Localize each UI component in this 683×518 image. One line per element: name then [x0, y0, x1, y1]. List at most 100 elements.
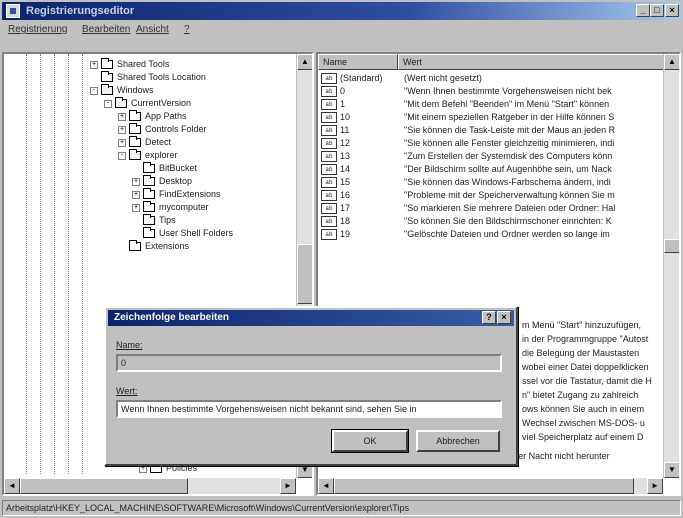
table-row[interactable]: ab 17 "So markieren Sie mehrere Dateien od… — [318, 202, 678, 215]
folder-icon — [143, 162, 155, 173]
menu-help[interactable]: ? — [184, 24, 190, 35]
value-name: 16 — [340, 190, 351, 200]
edit-string-dialog: Zeichenfolge bearbeiten ? × Name: 0 Wert… — [104, 306, 518, 466]
scroll-thumb[interactable] — [297, 244, 312, 304]
folder-icon — [101, 71, 113, 82]
scroll-thumb[interactable] — [334, 478, 634, 494]
menu-bearbeiten[interactable]: Bearbeiten — [82, 24, 130, 35]
partially-hidden-value: n" bietet Zugang zu zahlreich — [522, 390, 639, 400]
partially-hidden-value: die Belegung der Maustasten — [522, 348, 640, 358]
tree-guide-line — [54, 54, 55, 474]
ok-button[interactable]: OK — [331, 429, 409, 453]
partially-hidden-value: viel Speicherplatz auf einem D — [522, 432, 644, 442]
expand-box-icon[interactable]: - — [104, 100, 112, 108]
value-name: 19 — [340, 229, 351, 239]
maximize-button[interactable]: □ — [650, 4, 664, 17]
folder-icon — [101, 84, 113, 95]
table-row[interactable]: ab 10 "Mit einem speziellen Ratgeber in de… — [318, 111, 678, 124]
folder-icon — [101, 58, 113, 69]
column-header-value[interactable]: Wert — [398, 54, 668, 70]
value-name: 10 — [340, 112, 351, 122]
table-row[interactable]: ab 16 "Probleme mit der Speicherverwaltung… — [318, 189, 678, 202]
value-data: "Zum Erstellen der Systemdisk des Comput… — [404, 151, 613, 161]
value-name: (Standard) — [340, 73, 383, 83]
tree-item-label: Windows — [117, 85, 154, 95]
expand-box-icon[interactable]: + — [132, 204, 140, 212]
table-row[interactable]: ab 0 "Wenn Ihnen bestimmte Vorgehensweisen… — [318, 85, 678, 98]
folder-icon — [143, 201, 155, 212]
title-bar: Registrierungseditor _ □ × — [2, 2, 681, 20]
column-header-name[interactable]: Name — [318, 54, 398, 70]
table-row[interactable]: ab 1 "Mit dem Befehl "Beenden" im Menü "St… — [318, 98, 678, 111]
expand-box-icon[interactable]: + — [139, 465, 147, 473]
value-name: 1 — [340, 99, 346, 109]
value-name: 11 — [340, 125, 350, 135]
string-value-icon: ab — [321, 151, 337, 162]
value-data: "Mit einem speziellen Ratgeber in der Hi… — [404, 112, 615, 122]
table-row[interactable]: ab 19 "Gelöschte Dateien und Ordner werden… — [318, 228, 678, 241]
name-label: Name: — [116, 340, 143, 350]
tree-item-label: mycomputer — [159, 202, 209, 212]
expand-box-icon[interactable]: + — [118, 126, 126, 134]
partially-hidden-value: in der Programmgruppe "Autost — [522, 334, 649, 344]
folder-icon — [143, 175, 155, 186]
string-value-icon: ab — [321, 99, 337, 110]
expand-box-icon[interactable]: + — [132, 178, 140, 186]
scroll-down-icon[interactable]: ▼ — [664, 462, 679, 478]
close-button[interactable]: × — [665, 4, 679, 17]
scroll-left-icon[interactable]: ◄ — [4, 478, 20, 494]
string-value-icon: ab — [321, 73, 337, 84]
tree-item-label: FindExtensions — [159, 189, 221, 199]
cancel-button[interactable]: Abbrechen — [416, 430, 500, 452]
table-row[interactable]: ab 14 "Der Bildschirm sollte auf Augenhöhe… — [318, 163, 678, 176]
registry-editor-icon — [6, 4, 20, 18]
tree-item-label: User Shell Folders — [159, 228, 234, 238]
tree-item-label: CurrentVersion — [131, 98, 192, 108]
tree-item-label: Tips — [159, 215, 176, 225]
expand-box-icon[interactable]: + — [118, 139, 126, 147]
menu-registrierung[interactable]: Registrierung — [8, 24, 67, 35]
scroll-left-icon[interactable]: ◄ — [318, 478, 334, 494]
tree-item-label: Controls Folder — [145, 124, 207, 134]
tree-guide-line — [26, 54, 27, 474]
tree-guide-line — [82, 54, 83, 474]
folder-icon — [129, 149, 141, 160]
table-row[interactable]: ab 11 "Sie können die Task-Leiste mit der … — [318, 124, 678, 137]
tree-item-label: Desktop — [159, 176, 193, 186]
table-row[interactable]: ab 12 "Sie können alle Fenster gleichzeiti… — [318, 137, 678, 150]
scroll-thumb[interactable] — [20, 478, 188, 494]
expand-box-icon[interactable]: - — [118, 152, 126, 160]
table-row[interactable]: ab (Standard) (Wert nicht gesetzt) — [318, 72, 678, 85]
dialog-help-button[interactable]: ? — [482, 311, 496, 324]
dialog-close-button[interactable]: × — [497, 311, 511, 324]
string-value-icon: ab — [321, 164, 337, 175]
table-row[interactable]: ab 15 "Sie können das Windows-Farbschema ä… — [318, 176, 678, 189]
value-data: "Sie können alle Fenster gleichzeitig mi… — [404, 138, 615, 148]
scroll-up-icon[interactable]: ▲ — [297, 54, 312, 70]
scroll-thumb[interactable] — [664, 239, 679, 253]
folder-icon — [129, 136, 141, 147]
tree-horizontal-scrollbar[interactable]: ◄ ► — [4, 478, 296, 494]
value-field[interactable]: Wenn Ihnen bestimmte Vorgehensweisen nic… — [116, 400, 502, 418]
expand-box-icon[interactable]: + — [118, 113, 126, 121]
string-value-icon: ab — [321, 203, 337, 214]
scroll-right-icon[interactable]: ► — [647, 478, 663, 494]
tree-item-label: Shared Tools Location — [117, 72, 206, 82]
value-name: 12 — [340, 138, 351, 148]
list-horizontal-scrollbar[interactable]: ◄ ► — [318, 478, 663, 494]
expand-box-icon[interactable]: - — [90, 87, 98, 95]
string-value-icon: ab — [321, 86, 337, 97]
menu-ansicht[interactable]: Ansicht — [136, 24, 169, 35]
partially-hidden-value: wobei einer Datei doppelklicken — [522, 362, 649, 372]
table-row[interactable]: ab 18 "So können Sie den Bildschirmschoner… — [318, 215, 678, 228]
expand-box-icon[interactable]: + — [90, 61, 98, 69]
scroll-up-icon[interactable]: ▲ — [664, 54, 679, 70]
list-vertical-scrollbar[interactable]: ▲ ▼ — [663, 54, 679, 478]
table-row[interactable]: ab 13 "Zum Erstellen der Systemdisk des Co… — [318, 150, 678, 163]
string-value-icon: ab — [321, 112, 337, 123]
expand-box-icon[interactable]: + — [132, 191, 140, 199]
scroll-right-icon[interactable]: ► — [280, 478, 296, 494]
value-name: 13 — [340, 151, 351, 161]
tree-item-label: explorer — [145, 150, 178, 160]
minimize-button[interactable]: _ — [636, 4, 650, 17]
